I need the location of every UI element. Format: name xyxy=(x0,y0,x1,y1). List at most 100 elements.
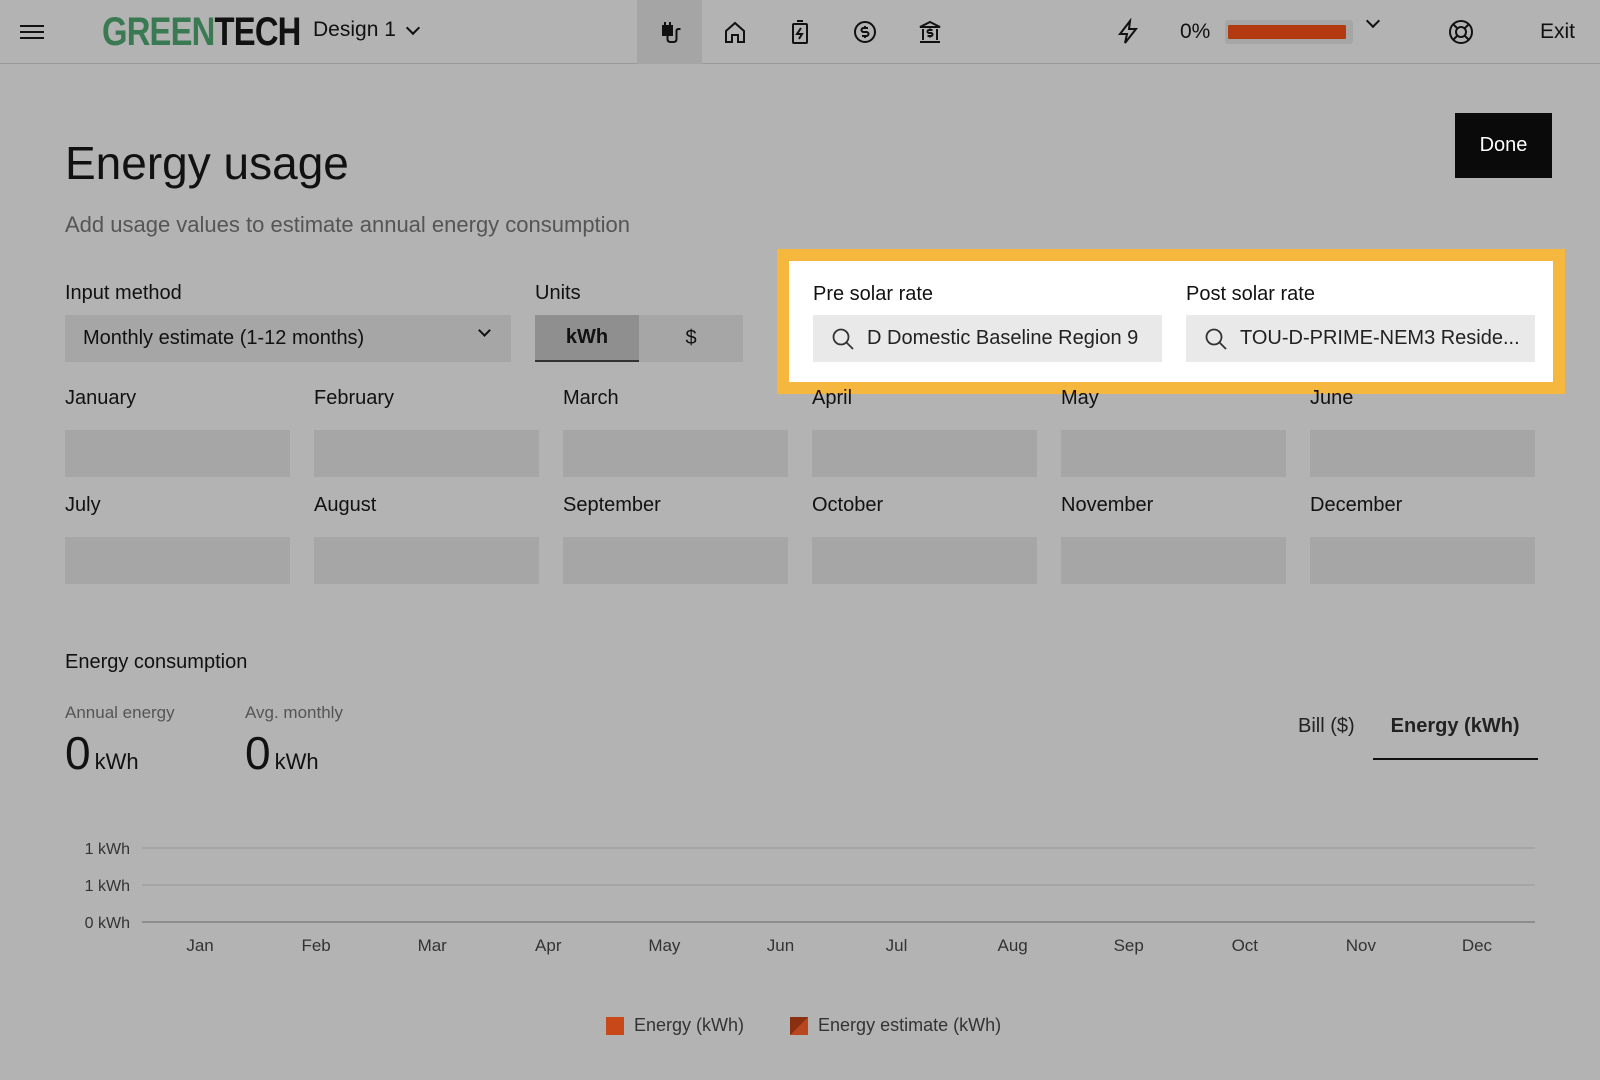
chart-legend: Energy (kWh) Energy estimate (kWh) xyxy=(606,1015,1001,1036)
search-icon xyxy=(1205,328,1227,350)
x-tick-label: Oct xyxy=(1232,936,1259,955)
month-label: December xyxy=(1310,494,1403,516)
energy-consumption-chart: 1 kWh 1 kWh 0 kWh Jan Feb Mar Apr May Jun Jul Aug S… xyxy=(85,841,1535,955)
month-field: November xyxy=(1061,494,1286,584)
exit-button[interactable]: Exit xyxy=(1540,20,1575,44)
x-tick-label: Jun xyxy=(767,936,794,955)
month-field: July xyxy=(65,494,290,584)
brand-logo: GREENTECH xyxy=(102,10,301,54)
month-input[interactable] xyxy=(65,537,290,584)
annual-energy-label: Annual energy xyxy=(65,703,175,722)
month-field: June xyxy=(1310,387,1535,477)
design-selector[interactable]: Design 1 xyxy=(313,18,420,42)
month-label: April xyxy=(812,387,853,409)
section-nav xyxy=(637,0,962,64)
y-tick-label: 1 kWh xyxy=(85,878,130,895)
month-input[interactable] xyxy=(1310,537,1535,584)
incentive-icon[interactable] xyxy=(897,0,962,64)
x-tick-label: Sep xyxy=(1114,936,1144,955)
progress-percent: 0% xyxy=(1180,20,1211,43)
progress-bar xyxy=(1225,20,1353,44)
avg-monthly-label: Avg. monthly xyxy=(245,703,343,722)
month-input[interactable] xyxy=(563,430,788,477)
battery-icon[interactable] xyxy=(767,0,832,64)
page-title: Energy usage xyxy=(65,137,349,189)
units-toggle: kWh $ xyxy=(535,315,743,362)
month-label: September xyxy=(563,494,661,516)
x-tick-label: Apr xyxy=(535,936,562,955)
x-tick-label: Jul xyxy=(886,936,908,955)
annual-energy-unit: kWh xyxy=(94,749,139,774)
month-label: January xyxy=(65,387,137,409)
month-input[interactable] xyxy=(812,537,1037,584)
legend-item: Energy estimate (kWh) xyxy=(790,1015,1001,1036)
page-subtitle: Add usage values to estimate annual ener… xyxy=(65,212,631,237)
legend-label: Energy estimate (kWh) xyxy=(818,1015,1002,1035)
month-label: March xyxy=(563,387,619,409)
chevron-down-icon xyxy=(405,20,420,35)
month-field: December xyxy=(1310,494,1535,584)
legend-item: Energy (kWh) xyxy=(606,1015,744,1036)
month-field: April xyxy=(812,387,1037,477)
chevron-down-icon xyxy=(478,324,491,337)
month-input[interactable] xyxy=(314,537,539,584)
month-input[interactable] xyxy=(1061,430,1286,477)
month-field: September xyxy=(563,494,788,584)
input-method-select[interactable]: Monthly estimate (1-12 months) xyxy=(65,315,511,362)
rate-highlight-box: Pre solar rate D Domestic Baseline Regio… xyxy=(777,249,1565,394)
home-icon[interactable] xyxy=(702,0,767,64)
annual-energy-stat: Annual energy 0 kWh xyxy=(65,703,175,786)
top-bar: GREENTECH Design 1 0% Exit xyxy=(0,0,1600,64)
energy-consumption-title: Energy consumption xyxy=(65,651,248,673)
month-input[interactable] xyxy=(563,537,788,584)
bolt-icon xyxy=(1117,18,1139,44)
search-icon xyxy=(832,328,854,350)
hamburger-menu-icon[interactable] xyxy=(20,22,44,42)
x-tick-label: Feb xyxy=(301,936,330,955)
help-lifebuoy-icon[interactable] xyxy=(1447,18,1475,46)
annual-energy-value: 0 xyxy=(65,727,91,779)
pre-solar-rate-value: D Domestic Baseline Region 9 xyxy=(867,327,1139,349)
unit-kwh-button[interactable]: kWh xyxy=(535,315,639,362)
post-solar-rate-input[interactable]: TOU-D-PRIME-NEM3 Reside... xyxy=(1186,315,1535,362)
unit-dollar-button[interactable]: $ xyxy=(639,315,743,362)
month-field: March xyxy=(563,387,788,477)
month-field: August xyxy=(314,494,539,584)
progress-fill xyxy=(1228,25,1346,39)
avg-monthly-value: 0 xyxy=(245,727,271,779)
design-label: Design 1 xyxy=(313,18,396,41)
legend-swatch xyxy=(790,1016,809,1035)
dollar-icon[interactable] xyxy=(832,0,897,64)
month-input[interactable] xyxy=(1310,430,1535,477)
month-input[interactable] xyxy=(65,430,290,477)
avg-monthly-unit: kWh xyxy=(274,749,319,774)
month-label: May xyxy=(1061,387,1099,409)
chart-tabs: Bill ($) Energy (kWh) xyxy=(1280,715,1538,760)
avg-monthly-stat: Avg. monthly 0 kWh xyxy=(245,703,343,786)
month-label: February xyxy=(314,387,395,409)
x-tick-label: Jan xyxy=(186,936,213,955)
month-input[interactable] xyxy=(1061,537,1286,584)
tab-bill[interactable]: Bill ($) xyxy=(1280,715,1373,760)
month-label: November xyxy=(1061,494,1154,516)
y-tick-label: 0 kWh xyxy=(85,915,130,932)
input-method-value: Monthly estimate (1-12 months) xyxy=(83,327,365,349)
x-tick-label: May xyxy=(648,936,681,955)
x-tick-label: Aug xyxy=(998,936,1028,955)
month-field: February xyxy=(314,387,539,477)
pre-solar-rate-input[interactable]: D Domestic Baseline Region 9 xyxy=(813,315,1162,362)
plug-icon[interactable] xyxy=(637,0,702,64)
x-tick-label: Nov xyxy=(1346,936,1377,955)
done-button[interactable]: Done xyxy=(1455,113,1552,178)
tab-energy[interactable]: Energy (kWh) xyxy=(1372,715,1538,760)
progress-chevron-down-icon[interactable] xyxy=(1365,13,1381,29)
y-tick-label: 1 kWh xyxy=(85,841,130,858)
x-tick-label: Dec xyxy=(1462,936,1493,955)
month-input[interactable] xyxy=(812,430,1037,477)
month-input[interactable] xyxy=(314,430,539,477)
legend-label: Energy (kWh) xyxy=(634,1015,745,1035)
month-field: October xyxy=(812,494,1037,584)
month-label: June xyxy=(1310,387,1354,409)
month-label: July xyxy=(65,494,101,516)
units-label: Units xyxy=(535,282,581,304)
